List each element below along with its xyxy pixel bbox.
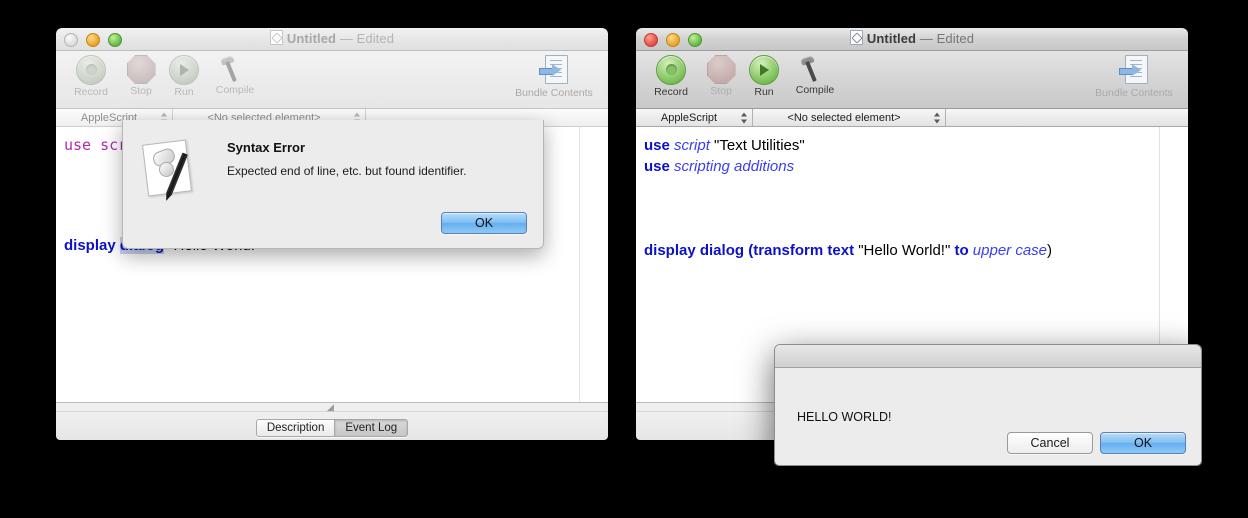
chevron-updown-icon: [934, 112, 941, 123]
compile-button-left[interactable]: Compile: [200, 55, 270, 96]
bundle-contents-label: Bundle Contents: [515, 87, 593, 99]
compile-label: Compile: [215, 84, 255, 96]
code-term-scripting-additions: scripting additions: [674, 158, 795, 175]
script-navbar-right: AppleScript <No selected element>: [636, 109, 1188, 127]
code-kw-display: display: [64, 237, 116, 254]
chevron-updown-icon: [741, 112, 748, 123]
code-kw-use: use: [644, 158, 670, 175]
code-kw-to: to: [954, 242, 969, 259]
hammer-icon: [800, 55, 830, 83]
hello-dialog-ok-button[interactable]: OK: [1100, 432, 1186, 454]
syntax-error-message: Expected end of line, etc. but found ide…: [227, 164, 467, 178]
editor-splitter-left[interactable]: ◢: [56, 402, 608, 412]
navbar-filler-right: [946, 109, 1188, 126]
element-popup-label: <No selected element>: [787, 111, 901, 124]
run-play-icon: [749, 55, 779, 85]
hello-dialog-cancel-button[interactable]: Cancel: [1007, 432, 1093, 454]
document-proxy-icon[interactable]: [849, 30, 863, 45]
hello-dialog-body: HELLO WORLD! Cancel OK: [775, 368, 1201, 465]
compile-button-right[interactable]: Compile: [780, 55, 850, 96]
hello-world-dialog[interactable]: HELLO WORLD! Cancel OK: [774, 344, 1202, 466]
code-paren-close: ): [1047, 242, 1053, 259]
titlebar-left[interactable]: Untitled — Edited: [56, 28, 608, 51]
language-popup-label: AppleScript: [660, 111, 718, 124]
code-line-use-scripting-additions: use scripting additions: [644, 156, 1188, 177]
syntax-error-sheet[interactable]: Syntax Error Expected end of line, etc. …: [122, 120, 544, 249]
record-circle-icon: [76, 55, 106, 85]
code-term-upper-case: upper case: [968, 242, 1048, 259]
code-kw-display-dialog: display dialog: [644, 242, 745, 259]
compile-label: Compile: [795, 84, 835, 96]
splitter-grip-icon: ◢: [327, 402, 334, 412]
tab-description[interactable]: Description: [256, 420, 335, 436]
toolbar-right: Record Stop Run Compile Bundle Contents: [636, 51, 1188, 109]
hello-dialog-message: HELLO WORLD!: [797, 410, 892, 424]
syntax-error-title: Syntax Error: [227, 140, 306, 155]
bundle-contents-label: Bundle Contents: [1095, 87, 1173, 99]
script-editor-window-left[interactable]: Untitled — Edited Record Stop Run Compil…: [56, 28, 608, 440]
hammer-icon: [220, 55, 250, 83]
code-blank-lines: [644, 177, 1188, 240]
syntax-error-ok-button[interactable]: OK: [441, 212, 527, 234]
bundle-contents-button-right[interactable]: Bundle Contents: [1086, 55, 1182, 99]
screen: Untitled — Edited Record Stop Run Compil…: [0, 0, 1248, 518]
language-popup-right[interactable]: AppleScript: [636, 109, 753, 126]
code-block-right: use script "Text Utilities" use scripting…: [636, 127, 1188, 261]
bundle-contents-icon: [1119, 55, 1149, 86]
code-kw-use: use: [644, 137, 670, 154]
code-term-script: script: [674, 137, 710, 154]
window-title-left: Untitled — Edited: [56, 30, 608, 46]
hello-dialog-titlebar[interactable]: [775, 345, 1201, 368]
run-play-icon: [169, 55, 199, 85]
applescript-document-icon: [141, 139, 205, 198]
window-title-text: Untitled: [286, 31, 337, 46]
record-label: Record: [74, 86, 108, 98]
toolbar-left: Record Stop Run Compile Bundle Contents: [56, 51, 608, 109]
code-string-text-utilities: "Text Utilities": [714, 137, 805, 154]
record-button-left[interactable]: Record: [64, 55, 118, 98]
stop-octagon-icon: [706, 55, 736, 84]
tab-event-log[interactable]: Event Log: [334, 420, 408, 436]
code-string-hello: "Hello World!": [854, 242, 955, 259]
window-title-edited: — Edited: [339, 31, 395, 46]
window-title-right: Untitled — Edited: [636, 30, 1188, 46]
bundle-contents-button-left[interactable]: Bundle Contents: [506, 55, 602, 99]
document-proxy-icon[interactable]: [269, 30, 283, 45]
editor-right-gutter-left: [579, 127, 608, 402]
code-kw-transform-text: transform text: [753, 242, 855, 259]
element-popup-right[interactable]: <No selected element>: [753, 109, 946, 126]
record-circle-icon: [656, 55, 686, 85]
record-label: Record: [654, 86, 688, 98]
stop-octagon-icon: [126, 55, 156, 84]
record-button-right[interactable]: Record: [644, 55, 698, 98]
code-paren-open: (: [744, 242, 754, 259]
window-title-edited: — Edited: [919, 31, 975, 46]
bottom-bar-left: Description Event Log: [56, 411, 608, 440]
titlebar-right[interactable]: Untitled — Edited: [636, 28, 1188, 51]
result-tabs-left[interactable]: Description Event Log: [255, 419, 409, 437]
code-line-use-script: use script "Text Utilities": [644, 135, 1188, 156]
bundle-contents-icon: [539, 55, 569, 86]
window-title-text: Untitled: [866, 31, 917, 46]
code-line-display-dialog-right: display dialog (transform text "Hello Wo…: [644, 240, 1188, 261]
